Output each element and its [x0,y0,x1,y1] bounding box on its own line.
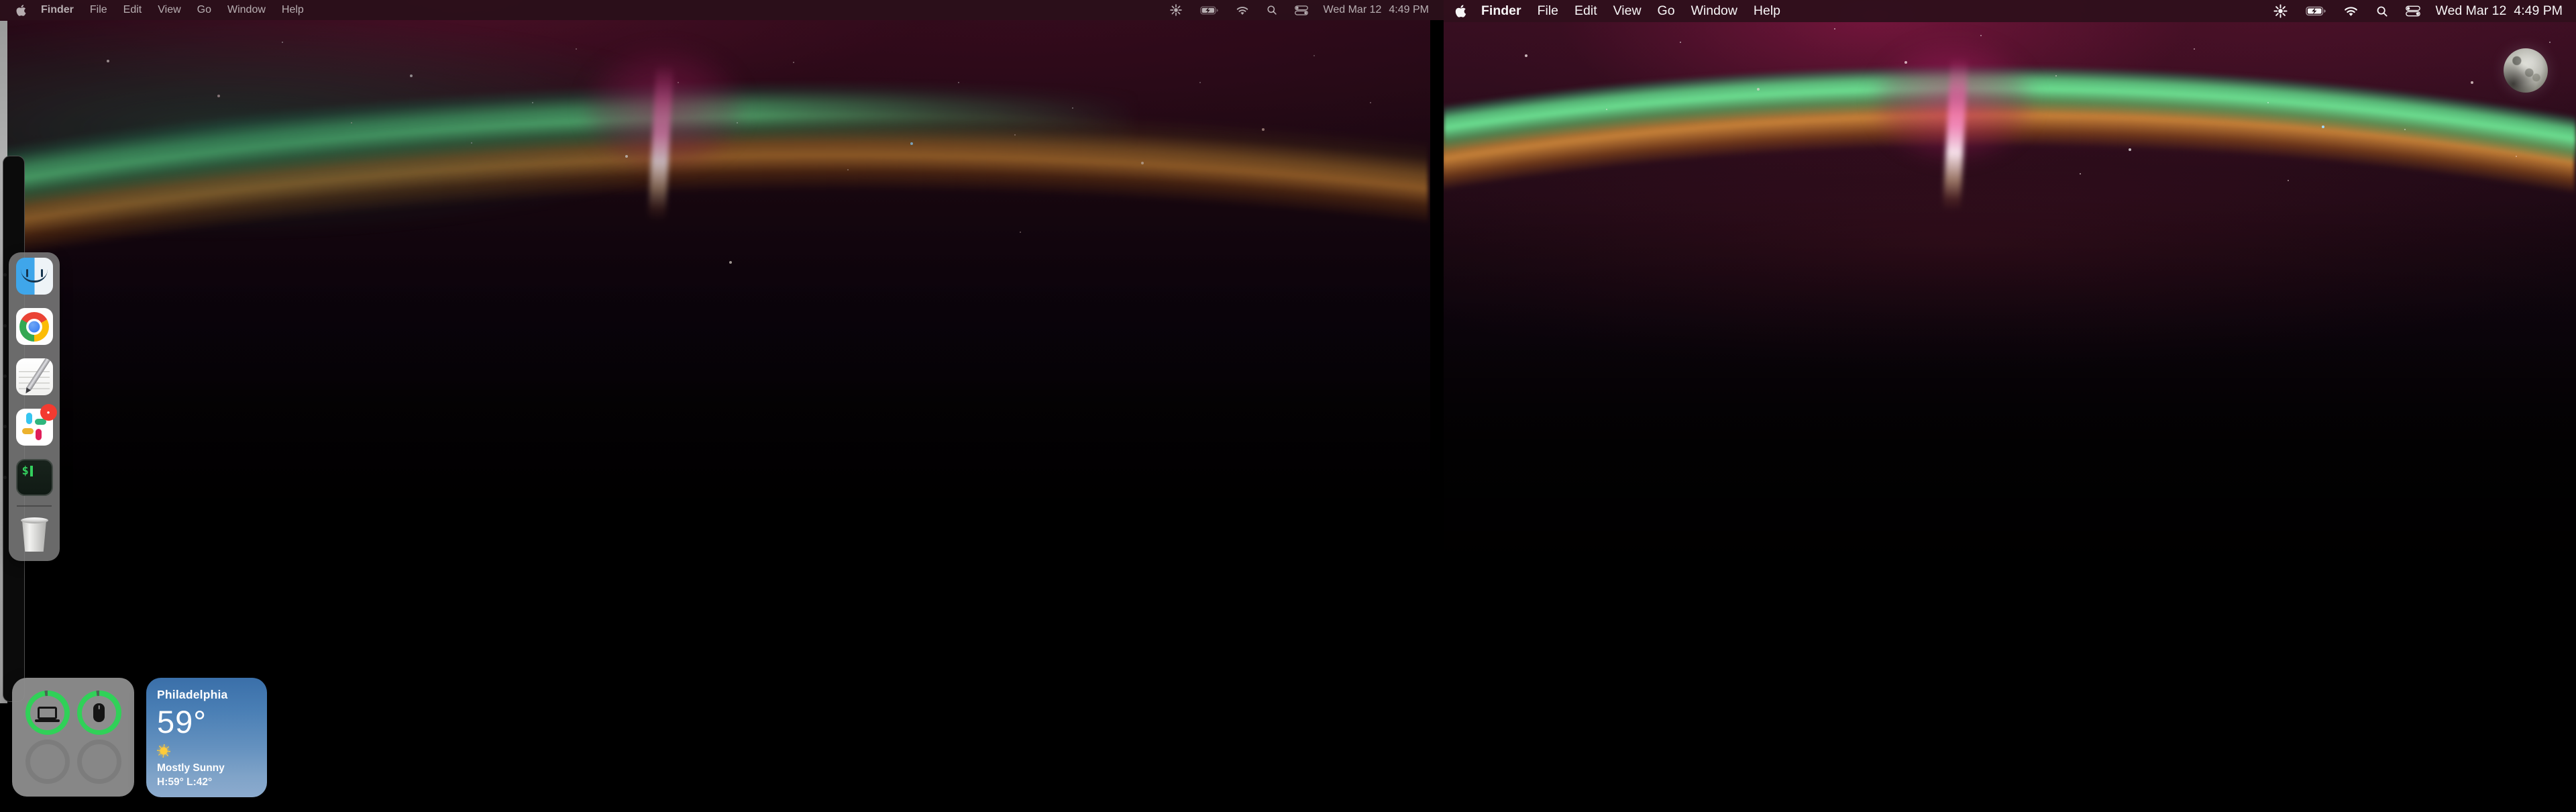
menu-bar-left: Finder File Edit View Go Window Help Wed… [0,0,1444,20]
running-indicator-finder [3,273,7,276]
menu-item-finder[interactable]: Finder [33,4,82,16]
menu-item-edit[interactable]: Edit [1566,3,1605,19]
menu-bar-status: Wed Mar 12 4:49 PM [2264,3,2563,19]
menu-item-help[interactable]: Help [274,4,312,16]
chrome-icon [19,312,49,342]
dock: • $ [9,252,60,561]
menu-bar-time: 4:49 PM [1389,4,1429,16]
menu-bar-date: Wed Mar 12 [2436,3,2507,19]
menu-item-view[interactable]: View [150,4,189,16]
weather-widget[interactable]: Philadelphia 59° Mostly Sunny H:59° L:42… [146,678,267,797]
menu-bar-menus: Finder File Edit View Go Window Help [15,4,312,17]
battery-ring-laptop [25,691,70,735]
apple-menu[interactable] [1454,4,1473,18]
dock-divider [17,505,52,507]
dock-app-terminal[interactable]: $ [16,459,53,496]
menu-item-view[interactable]: View [1605,3,1650,19]
control-center-icon[interactable] [1286,5,1317,15]
trash-icon [20,519,49,552]
battery-ring-empty [25,740,70,784]
apple-menu[interactable] [15,4,33,17]
menu-bar-clock[interactable]: Wed Mar 12 4:49 PM [2436,3,2563,19]
menu-bar-date: Wed Mar 12 [1324,4,1382,16]
dock-app-slack[interactable]: • [16,409,53,446]
battery-charging-icon[interactable] [2297,6,2334,16]
spotlight-search-icon[interactable] [2367,5,2397,17]
terminal-cursor [30,466,33,476]
menu-bar-status: Wed Mar 12 4:49 PM [1161,3,1429,17]
wallpaper-aurora-right [1444,0,2576,812]
menu-item-edit[interactable]: Edit [115,4,150,16]
menu-item-window[interactable]: Window [1683,3,1746,19]
wifi-icon[interactable] [1227,5,1258,15]
laptop-icon [38,707,57,719]
menu-item-go[interactable]: Go [189,4,219,16]
desktop: Finder File Edit View Go Window Help Wed… [0,0,2576,812]
display-right: Finder File Edit View Go Window Help Wed… [1444,0,2576,812]
menu-bar-clock[interactable]: Wed Mar 12 4:49 PM [1324,4,1429,16]
menu-item-go[interactable]: Go [1650,3,1683,19]
horizon-fade [1444,0,2576,812]
display-brightness-icon[interactable] [1161,3,1191,17]
running-indicator-slack [3,425,7,428]
dock-trash[interactable] [16,516,53,553]
dock-app-chrome[interactable] [16,308,53,345]
running-indicator-chrome [3,324,7,327]
dock-app-finder[interactable] [16,258,53,295]
slack-notification-badge: • [40,404,57,421]
sun-icon [157,744,170,758]
dock-app-notes[interactable] [16,358,53,395]
slack-icon [26,413,32,424]
menu-item-finder[interactable]: Finder [1473,3,1529,19]
display-left: Finder File Edit View Go Window Help Wed… [0,0,1444,812]
menu-item-file[interactable]: File [1529,3,1566,19]
battery-ring-mouse [77,691,121,735]
menu-bar-right: Finder File Edit View Go Window Help Wed… [1444,0,2576,22]
mouse-icon [93,703,105,722]
running-indicator-notes [3,374,7,378]
menu-item-help[interactable]: Help [1746,3,1788,19]
running-indicator-terminal [3,476,7,479]
battery-widget[interactable] [12,678,134,797]
weather-city: Philadelphia [157,688,256,702]
menu-item-window[interactable]: Window [219,4,274,16]
battery-charging-icon[interactable] [1191,6,1227,15]
menu-bar-time: 4:49 PM [2514,3,2563,19]
menu-item-file[interactable]: File [82,4,115,16]
battery-ring-empty [77,740,121,784]
wifi-icon[interactable] [2334,5,2367,17]
spotlight-search-icon[interactable] [1258,5,1286,15]
control-center-icon[interactable] [2397,5,2429,17]
menu-bar-menus: Finder File Edit View Go Window Help [1454,3,1788,19]
weather-condition: Mostly Sunny [157,762,256,774]
terminal-icon: $ [22,464,33,478]
weather-high-low: H:59° L:42° [157,776,256,789]
display-brightness-icon[interactable] [2264,3,2297,19]
weather-temperature: 59° [157,703,256,740]
